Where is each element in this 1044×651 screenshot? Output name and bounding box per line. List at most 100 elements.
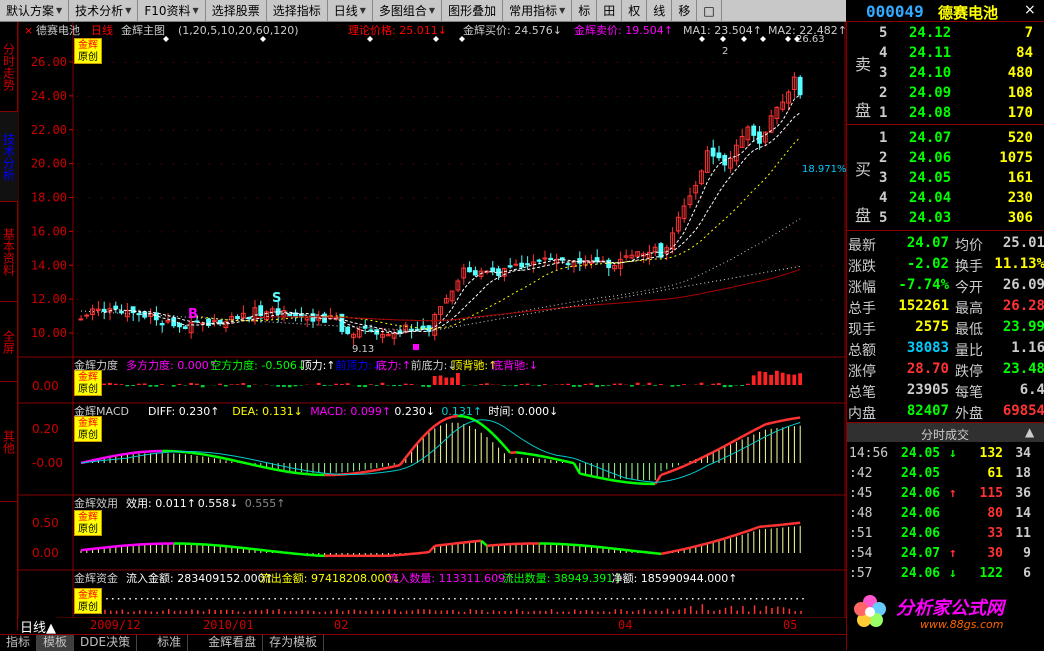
diff-line [493, 434, 499, 440]
diff-line [736, 437, 742, 440]
menu-label: F10资料 [144, 0, 190, 22]
diff-line [533, 455, 539, 456]
menu-1[interactable]: 技术分析▼ [69, 0, 138, 22]
force-bar [682, 384, 686, 385]
tick-price: 24.06 [901, 526, 940, 541]
force-bar [647, 383, 651, 385]
side-tab-1[interactable]: 技术分析 [0, 112, 18, 202]
close-icon[interactable]: × [1024, 2, 1036, 18]
menu-13[interactable]: 移 [672, 0, 697, 22]
menu-2[interactable]: F10资料▼ [138, 0, 205, 22]
menu-9[interactable]: 标 [572, 0, 597, 22]
fund-bar [423, 609, 425, 614]
fund-dot [611, 598, 613, 600]
fund-dot [767, 598, 769, 600]
menu-3[interactable]: 选择股票 [206, 0, 267, 22]
bottom-tab-4[interactable]: 金辉看盘 [202, 635, 263, 651]
candle-body [491, 268, 495, 271]
candle-body [520, 263, 524, 267]
effect-line [261, 550, 267, 551]
side-tab-0[interactable]: 分时走势 [0, 22, 18, 112]
diff-line [475, 420, 481, 424]
fund-bar [794, 611, 796, 614]
stat-value: 69854 [1003, 403, 1044, 419]
fund-dot [257, 598, 259, 600]
effect-line [783, 524, 789, 525]
high-price-label: 26.63 [796, 34, 825, 45]
bottom-tab-3[interactable]: 标准 [151, 635, 188, 651]
menu-0[interactable]: 默认方案▼ [0, 0, 69, 22]
fund-bar [325, 612, 327, 614]
effect-line [98, 548, 104, 549]
effect-line [435, 545, 441, 546]
side-tab-3[interactable]: 全屏 [0, 302, 18, 382]
side-tab-2[interactable]: 基本资料 [0, 202, 18, 302]
fund-bar [696, 611, 698, 614]
effect-line [429, 546, 435, 552]
candle-body [120, 311, 124, 313]
fund-dot [524, 598, 526, 600]
fund-bar [168, 609, 170, 614]
candle-body [537, 260, 541, 261]
menu-11[interactable]: 权 [622, 0, 647, 22]
ask-row: 424.1184 [847, 44, 1044, 63]
effect-line [116, 546, 122, 547]
stat-row: 涨停28.70跌停23.48 [847, 360, 1044, 379]
fund-bar [220, 610, 222, 614]
tick-volume: 30 [987, 546, 1003, 561]
fund-dot [622, 598, 624, 600]
date-tick: 04 [618, 618, 632, 632]
menu-5[interactable]: 日线▼ [328, 0, 373, 22]
bottom-tab-2[interactable]: DDE决策 [74, 635, 137, 651]
menu-7[interactable]: 图形叠加 [442, 0, 503, 22]
force-bar [108, 383, 112, 385]
fund-bar [180, 611, 182, 614]
menu-10[interactable]: 田 [597, 0, 622, 22]
menu-12[interactable]: 线 [647, 0, 672, 22]
y-tick-label: 24.00 [31, 89, 67, 103]
diff-line [713, 449, 719, 452]
bid-volume: 520 [1008, 130, 1033, 146]
badge-bottom: 原创 [75, 52, 101, 64]
candle-body [473, 271, 477, 275]
fund-bar [522, 611, 524, 614]
force-bar [363, 385, 367, 387]
fund-bar [377, 611, 379, 614]
y-tick-label: 0.50 [32, 516, 59, 530]
ask-volume: 170 [1008, 105, 1033, 121]
fund-dot [367, 598, 369, 600]
menu-4[interactable]: 选择指标 [267, 0, 328, 22]
fund-dot [588, 598, 590, 600]
side-tab-4[interactable]: 其他 [0, 382, 18, 502]
ask-level: 5 [879, 25, 887, 41]
fund-bar [446, 610, 448, 614]
menu-6[interactable]: 多图组合▼ [373, 0, 442, 22]
force-bar [201, 385, 205, 387]
stat-value: 28.70 [907, 361, 949, 377]
badge-bottom: 原创 [75, 384, 101, 396]
ask-label-char: 卖 [855, 42, 875, 88]
menu-14[interactable]: □ [697, 0, 721, 22]
bid-level: 5 [879, 210, 887, 226]
diff-line [794, 418, 800, 419]
ticks-header[interactable]: 分时成交▲ [847, 422, 1044, 442]
scroll-up-icon[interactable]: ▲ [1025, 425, 1034, 439]
stat-label: 涨跌 [848, 256, 876, 276]
diff-line [429, 426, 435, 431]
force-bar [798, 373, 802, 385]
fund-dot [663, 598, 665, 600]
bottom-tab-0[interactable]: 指标 [0, 635, 37, 651]
tick-time: :51 [849, 526, 872, 541]
fund-bar [243, 612, 245, 614]
effect-line [678, 549, 684, 550]
bid-level: 2 [879, 150, 887, 166]
candle-body [102, 309, 106, 311]
bottom-tab-1[interactable]: 模板 [37, 635, 74, 651]
y-tick-label: 10.00 [31, 326, 67, 340]
force-bar [543, 384, 547, 385]
menu-8[interactable]: 常用指标▼ [503, 0, 572, 22]
diff-line [586, 475, 592, 476]
bottom-tab-5[interactable]: 存为模板 [263, 635, 324, 651]
fund-bar [591, 611, 593, 614]
diff-line [452, 416, 458, 417]
